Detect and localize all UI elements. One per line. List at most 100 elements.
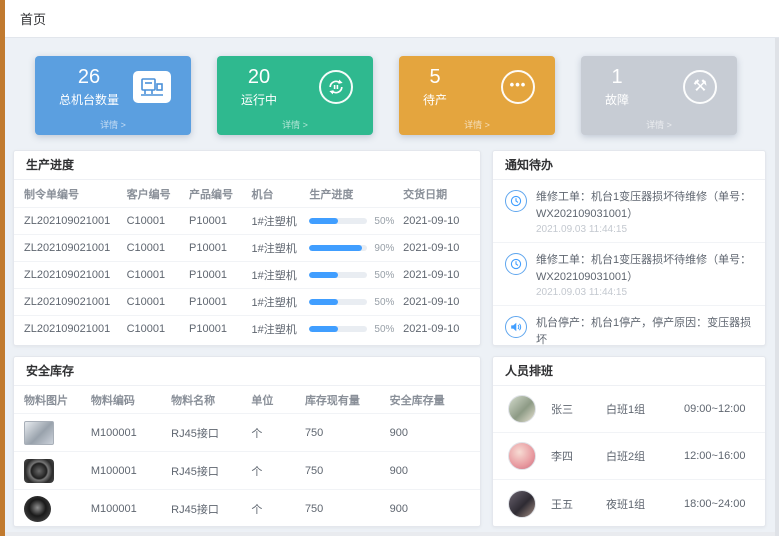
table-row[interactable]: ZL202109021001 C10001 P10001 1#注塑机 50% 2… [14,288,480,315]
progress-cell: 50% [309,324,403,335]
product-no: P10001 [189,323,251,335]
horizontal-scrollbar[interactable] [5,532,775,536]
product-no: P10001 [189,215,251,227]
progress-label: 50% [374,297,394,308]
table-row[interactable]: ZL202109021001 C10001 P10001 1#注塑机 90% 2… [14,234,480,261]
delivery-date: 2021-09-10 [403,296,470,308]
stat-card-waiting[interactable]: 5 待产 ••• 详情 > [399,56,555,135]
machine-icon [133,71,171,103]
safety-qty: 900 [390,465,470,477]
stock-qty: 750 [305,503,390,515]
notice-text: 维修工单：机台1变压器损坏待维修（单号：WX202109031001） [536,252,753,285]
notice-item[interactable]: 维修工单：机台1变压器损坏待维修（单号：WX202109031001） 2021… [493,180,765,243]
machine-name: 1#注塑机 [251,267,309,283]
material-photo [24,459,54,483]
table-header: 物料图片 物料编码 物料名称 单位 库存现有量 安全库存量 [14,386,480,413]
safety-stock-panel: 安全库存 物料图片 物料编码 物料名称 单位 库存现有量 安全库存量 M1000… [13,356,481,527]
customer-no: C10001 [127,215,189,227]
material-name: RJ45接口 [171,463,251,479]
material-photo-cell [24,459,91,483]
stat-text: 5 待产 [423,66,447,108]
stat-text: 26 总机台数量 [59,66,119,108]
delivery-date: 2021-09-10 [403,323,470,335]
progress-label: 50% [374,270,394,281]
customer-no: C10001 [127,269,189,281]
stat-value: 5 [423,66,447,88]
table-row[interactable]: ZL202109021001 C10001 P10001 1#注塑机 50% 2… [14,315,480,342]
col-header: 物料编码 [91,392,171,408]
progress-bar [309,218,367,224]
material-code: M100001 [91,465,171,477]
col-header: 物料图片 [24,392,91,408]
detail-link[interactable]: 详情 > [399,118,555,131]
stat-card-body: 20 运行中 [217,56,373,108]
stat-label: 待产 [423,91,447,108]
stat-card-fault[interactable]: 1 故障 ⚒ 详情 > [581,56,737,135]
machine-name: 1#注塑机 [251,294,309,310]
col-header: 物料名称 [171,392,251,408]
customer-no: C10001 [127,242,189,254]
delivery-date: 2021-09-10 [403,269,470,281]
col-header: 交货日期 [403,186,470,202]
detail-link[interactable]: 详情 > [581,118,737,131]
vertical-scrollbar[interactable] [775,38,779,536]
clock-icon [505,190,527,212]
table-row[interactable]: M100001 RJ45接口 个 750 900 [14,451,480,489]
machine-name: 1#注塑机 [251,213,309,229]
avatar [508,395,536,423]
avatar [508,442,536,470]
stat-card-running[interactable]: 20 运行中 详情 > [217,56,373,135]
schedule-row[interactable]: 李四 白班2组 12:00~16:00 [493,433,765,480]
schedule-row[interactable]: 王五 夜班1组 18:00~24:00 [493,480,765,527]
table-row[interactable]: M100001 RJ45接口 个 750 900 [14,489,480,527]
machine-name: 1#注塑机 [251,321,309,337]
page-title: 首页 [20,9,46,28]
col-header: 单位 [251,392,305,408]
order-no: ZL202109021001 [24,323,127,335]
col-header: 生产进度 [309,186,403,202]
product-no: P10001 [189,242,251,254]
unit: 个 [251,425,305,441]
panel-title: 人员排班 [493,357,765,386]
schedule-row[interactable]: 张三 白班1组 09:00~12:00 [493,386,765,433]
shift-name: 夜班1组 [606,496,684,512]
progress-fill [309,326,338,332]
detail-link[interactable]: 详情 > [35,118,191,131]
unit: 个 [251,501,305,517]
material-photo-cell [24,421,91,445]
progress-cell: 50% [309,297,403,308]
table-row[interactable]: ZL202109021001 C10001 P10001 1#注塑机 50% 2… [14,261,480,288]
stat-card-total-machines[interactable]: 26 总机台数量 详情 > [35,56,191,135]
notice-body: 维修工单：机台1变压器损坏待维修（单号：WX202109031001） 2021… [536,252,753,298]
material-photo-cell [24,496,91,522]
col-header: 制令单编号 [24,186,127,202]
ellipsis-glyph: ••• [510,80,527,94]
delivery-date: 2021-09-10 [403,242,470,254]
production-progress-panel: 生产进度 制令单编号 客户编号 产品编号 机台 生产进度 交货日期 ZL2021… [13,150,481,346]
progress-bar [309,299,367,305]
stat-text: 20 运行中 [241,66,277,108]
hammer-wrench-glyph: ⚒ [693,79,707,95]
table-row[interactable]: ZL202109021001 C10001 P10001 1#注塑机 50% 2… [14,207,480,234]
col-header: 库存现有量 [305,392,390,408]
notice-item[interactable]: 维修工单：机台1变压器损坏待维修（单号：WX202109031001） 2021… [493,243,765,306]
shift-time: 12:00~16:00 [684,450,745,462]
stat-value: 20 [241,66,277,88]
customer-no: C10001 [127,296,189,308]
stat-card-body: 26 总机台数量 [35,56,191,108]
progress-fill [309,218,338,224]
notice-body: 维修工单：机台1变压器损坏待维修（单号：WX202109031001） 2021… [536,189,753,235]
stat-label: 运行中 [241,91,277,108]
progress-cell: 90% [309,243,403,254]
detail-link[interactable]: 详情 > [217,118,373,131]
safety-qty: 900 [390,503,470,515]
shift-time: 18:00~24:00 [684,498,745,510]
table-row[interactable]: M100001 RJ45接口 个 750 900 [14,413,480,451]
stat-card-body: 1 故障 ⚒ [581,56,737,108]
col-header: 机台 [251,186,309,202]
progress-fill [309,272,338,278]
notice-item[interactable]: 机台停产：机台1停产，停产原因：变压器损坏 [493,306,765,346]
order-no: ZL202109021001 [24,296,127,308]
topbar: 首页 [5,0,779,38]
stat-value: 26 [59,66,119,88]
